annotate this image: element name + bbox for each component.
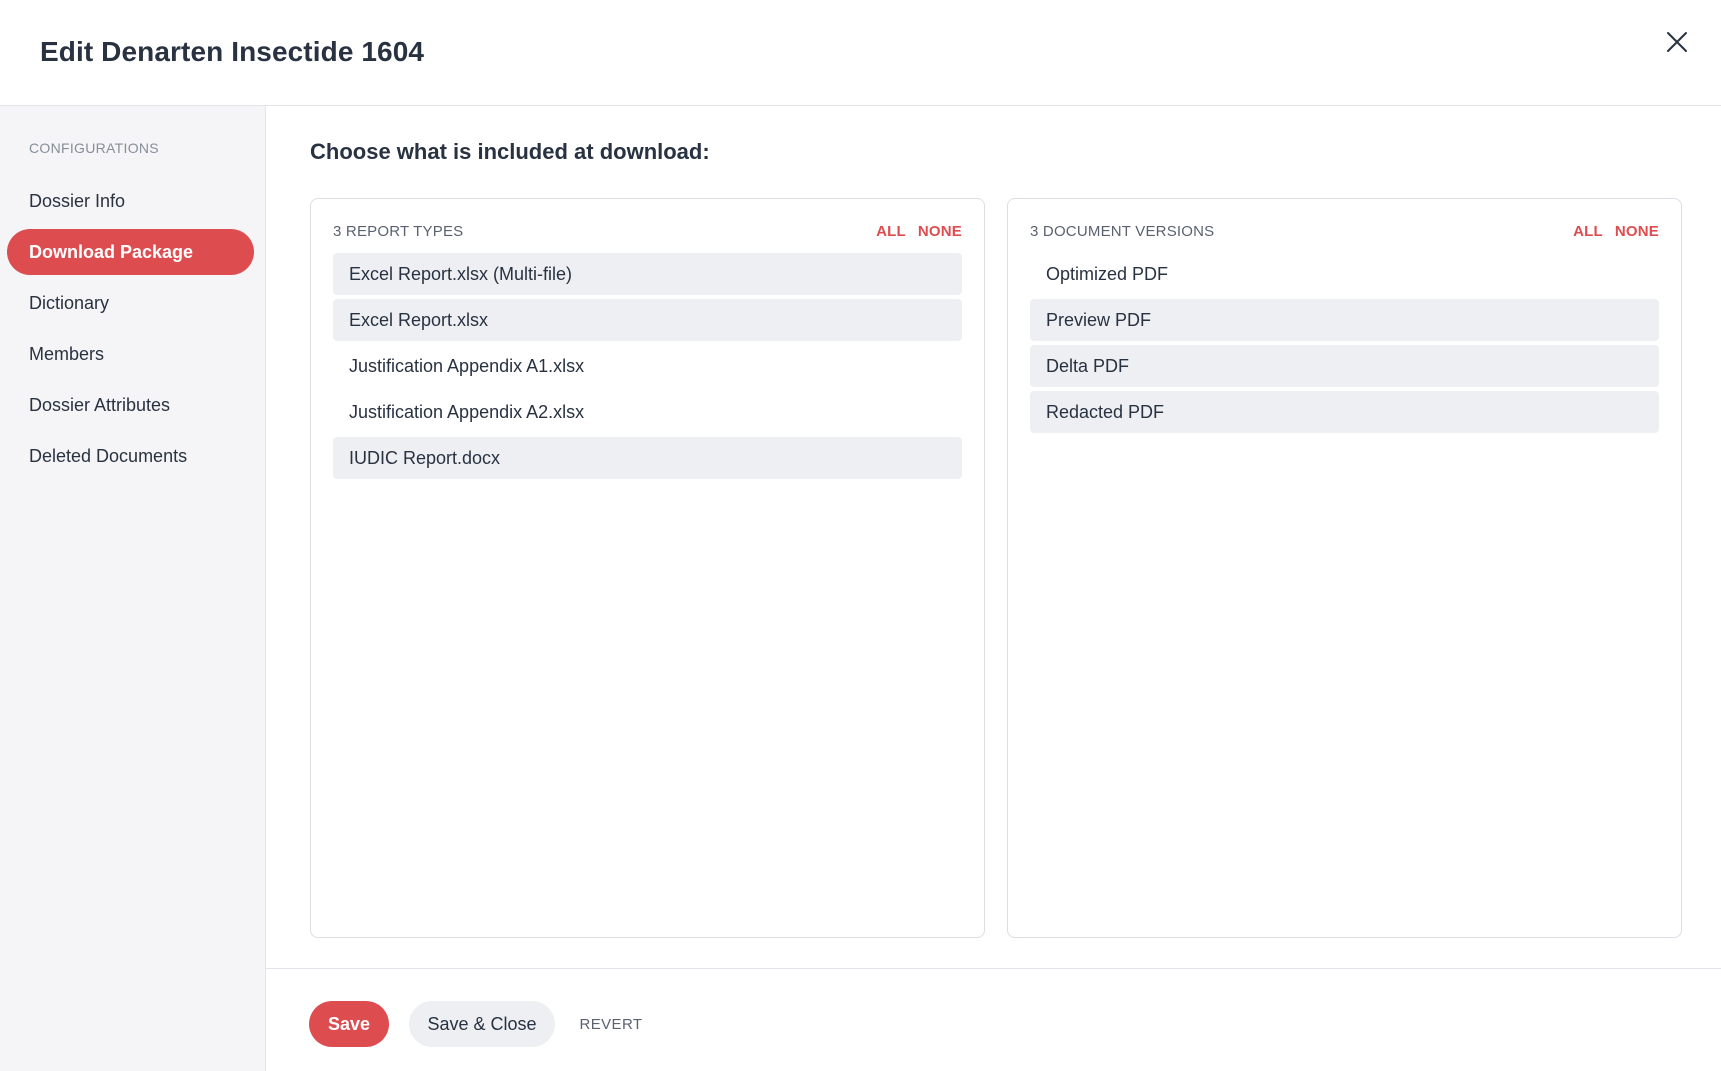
revert-button[interactable]: REVERT (571, 1001, 651, 1047)
document-versions-title: 3 DOCUMENT VERSIONS (1030, 222, 1215, 240)
close-icon (1667, 32, 1687, 52)
report-type-item[interactable]: Excel Report.xlsx (333, 299, 962, 341)
save-button[interactable]: Save (309, 1001, 389, 1047)
sidebar-item-dossier-attributes[interactable]: Dossier Attributes (7, 382, 254, 428)
document-version-item[interactable]: Redacted PDF (1030, 391, 1659, 433)
document-versions-actions: ALL NONE (1573, 223, 1659, 240)
sidebar-item-deleted-documents[interactable]: Deleted Documents (7, 433, 254, 479)
document-versions-select-none[interactable]: NONE (1615, 223, 1659, 240)
sidebar-item-dictionary[interactable]: Dictionary (7, 280, 254, 326)
sidebar-section-label: CONFIGURATIONS (29, 140, 159, 156)
section-heading: Choose what is included at download: (310, 139, 710, 164)
dialog-header: Edit Denarten Insectide 1604 (0, 0, 1721, 106)
dialog-footer: Save Save & Close REVERT (266, 968, 1721, 1071)
document-version-item[interactable]: Optimized PDF (1030, 253, 1659, 295)
report-types-panel: 3 REPORT TYPES ALL NONE Excel Report.xls… (310, 198, 985, 938)
report-types-title: 3 REPORT TYPES (333, 222, 464, 240)
report-type-item[interactable]: IUDIC Report.docx (333, 437, 962, 479)
sidebar-item-download-package[interactable]: Download Package (7, 229, 254, 275)
report-types-list: Excel Report.xlsx (Multi-file) Excel Rep… (333, 253, 962, 483)
document-versions-header: 3 DOCUMENT VERSIONS ALL NONE (1030, 221, 1659, 241)
close-button[interactable] (1663, 28, 1691, 56)
save-and-close-button[interactable]: Save & Close (409, 1001, 555, 1047)
edit-dossier-dialog: Edit Denarten Insectide 1604 CONFIGURATI… (0, 0, 1721, 1071)
main-content: Choose what is included at download: 3 R… (266, 106, 1721, 968)
report-types-actions: ALL NONE (876, 223, 962, 240)
sidebar-item-dossier-info[interactable]: Dossier Info (7, 178, 254, 224)
report-types-select-none[interactable]: NONE (918, 223, 962, 240)
sidebar-nav: Dossier Info Download Package Dictionary… (7, 178, 254, 484)
document-versions-list: Optimized PDF Preview PDF Delta PDF Reda… (1030, 253, 1659, 437)
dialog-title: Edit Denarten Insectide 1604 (40, 36, 425, 67)
report-type-item[interactable]: Excel Report.xlsx (Multi-file) (333, 253, 962, 295)
sidebar: CONFIGURATIONS Dossier Info Download Pac… (0, 106, 266, 1071)
report-types-select-all[interactable]: ALL (876, 223, 906, 240)
sidebar-item-members[interactable]: Members (7, 331, 254, 377)
document-versions-panel: 3 DOCUMENT VERSIONS ALL NONE Optimized P… (1007, 198, 1682, 938)
document-version-item[interactable]: Preview PDF (1030, 299, 1659, 341)
report-type-item[interactable]: Justification Appendix A1.xlsx (333, 345, 962, 387)
document-version-item[interactable]: Delta PDF (1030, 345, 1659, 387)
report-types-header: 3 REPORT TYPES ALL NONE (333, 221, 962, 241)
document-versions-select-all[interactable]: ALL (1573, 223, 1603, 240)
report-type-item[interactable]: Justification Appendix A2.xlsx (333, 391, 962, 433)
